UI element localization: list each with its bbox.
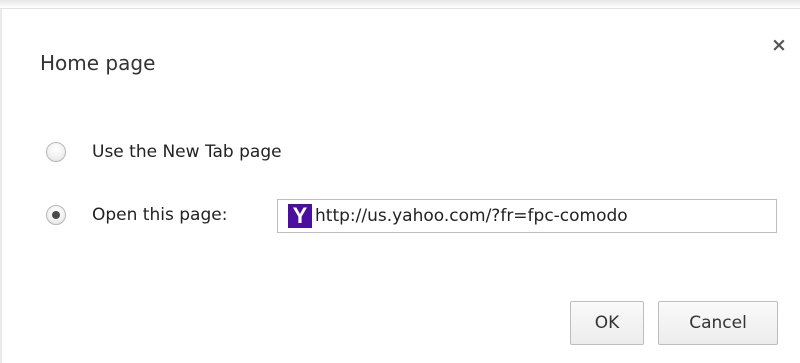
home-page-dialog: Home page × Use the New Tab page Open th… bbox=[2, 9, 800, 363]
option-new-tab-page[interactable]: Use the New Tab page bbox=[46, 141, 282, 163]
close-icon[interactable]: × bbox=[768, 34, 790, 56]
option-open-this-page-label: Open this page: bbox=[92, 205, 228, 225]
yahoo-favicon-icon: Y bbox=[288, 204, 312, 228]
home-page-url-input[interactable] bbox=[315, 202, 755, 230]
home-page-url-field[interactable]: Y bbox=[277, 199, 777, 233]
radio-open-this-page[interactable] bbox=[46, 205, 66, 225]
window-top-edge bbox=[0, 0, 800, 9]
option-new-tab-page-label: Use the New Tab page bbox=[92, 142, 282, 162]
settings-page: Home page × Use the New Tab page Open th… bbox=[0, 0, 800, 363]
ok-button[interactable]: OK bbox=[570, 301, 644, 345]
cancel-button[interactable]: Cancel bbox=[658, 301, 778, 345]
option-open-this-page[interactable]: Open this page: bbox=[46, 204, 227, 226]
radio-new-tab-page[interactable] bbox=[46, 142, 66, 162]
dialog-title: Home page bbox=[40, 51, 156, 75]
